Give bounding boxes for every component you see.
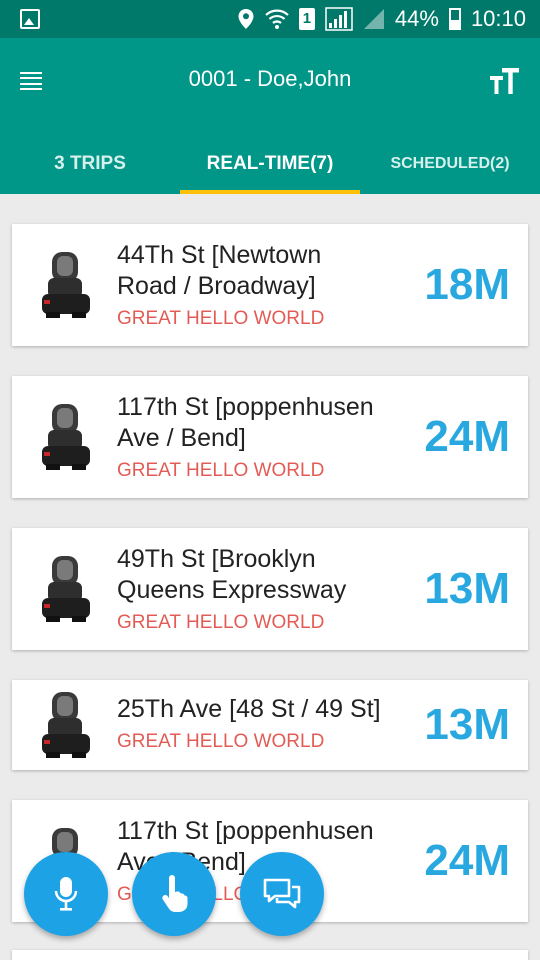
eta-value: 24M: [424, 836, 510, 885]
app-bar: 0001 - Doe,John 3 TRIPS REAL-TIME(7) SCH…: [0, 38, 540, 194]
signal-2-icon: [363, 9, 384, 29]
page-title: 0001 - Doe,John: [188, 66, 352, 91]
touch-button[interactable]: [132, 852, 216, 936]
stop-name-cont: Road / Broadway]: [117, 272, 316, 300]
stop-card[interactable]: 44Th St [Newtown Road / Broadway] GREAT …: [12, 224, 528, 346]
chat-icon: [263, 878, 301, 909]
route-name: GREAT HELLO WORLD: [117, 460, 325, 481]
status-bar: 1 44% 10:10: [0, 0, 540, 38]
eta-value: 13M: [424, 564, 510, 613]
battery-percent: 44%: [394, 6, 439, 31]
stop-name: 49Th St [Brooklyn: [117, 545, 316, 573]
car-seat-icon: [42, 556, 90, 622]
stop-card[interactable]: 117th St [poppenhusen Ave / Bend] GREAT …: [12, 376, 528, 498]
stop-name: 44Th St [Newtown: [117, 241, 322, 269]
stop-name-cont: Ave / Bend]: [117, 424, 246, 452]
tab-real-time[interactable]: REAL-TIME(7): [180, 134, 360, 194]
route-name: GREAT HELLO WORLD: [117, 308, 325, 329]
car-seat-icon: [42, 404, 90, 470]
route-name: GREAT HELLO WORLD: [117, 612, 325, 633]
image-icon: [20, 9, 40, 29]
tab-scheduled[interactable]: SCHEDULED(2): [360, 134, 540, 194]
touch-icon: [162, 875, 188, 912]
eta-value: 13M: [424, 700, 510, 749]
stop-name: 117th St [poppenhusen: [117, 393, 374, 421]
stop-name-cont: Queens Expressway: [117, 576, 347, 604]
stop-card[interactable]: 49Th St [Brooklyn Queens Expressway GREA…: [12, 528, 528, 650]
voice-button[interactable]: [24, 852, 108, 936]
stop-name: 25Th Ave [48 St / 49 St]: [117, 695, 381, 723]
eta-value: 24M: [424, 412, 510, 461]
signal-icon: [325, 7, 353, 31]
stop-card[interactable]: 25Th Ave [48 St / 49 St] GREAT HELLO WOR…: [12, 680, 528, 770]
car-seat-icon: [42, 252, 90, 318]
clock: 10:10: [470, 6, 526, 31]
tab-indicator: [180, 190, 360, 194]
wifi-icon: [265, 9, 289, 29]
text-size-icon[interactable]: [488, 66, 520, 96]
route-name: GREAT HELLO WORLD: [117, 731, 325, 752]
location-icon: [238, 9, 254, 29]
battery-icon: [448, 8, 461, 30]
tab-trips[interactable]: 3 TRIPS: [0, 134, 180, 194]
stop-name: 117th St [poppenhusen: [117, 817, 374, 845]
sim-icon: 1: [298, 8, 315, 30]
tab-bar: 3 TRIPS REAL-TIME(7) SCHEDULED(2): [0, 134, 540, 194]
chat-button[interactable]: [240, 852, 324, 936]
stop-card-partial[interactable]: [12, 950, 528, 960]
car-seat-icon: [42, 692, 90, 758]
eta-value: 18M: [424, 260, 510, 309]
microphone-icon: [54, 877, 78, 911]
